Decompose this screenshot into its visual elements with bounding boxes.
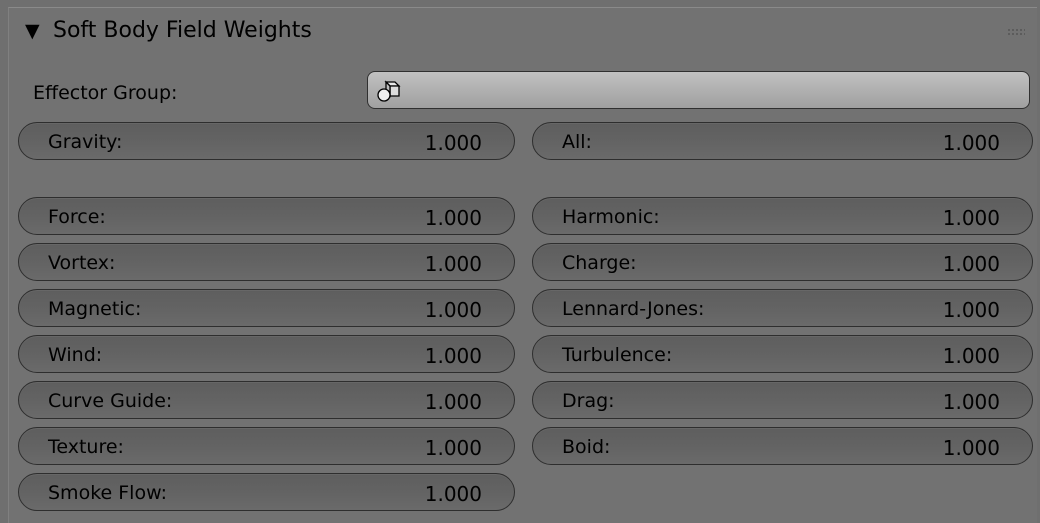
magnetic-label: Magnetic: bbox=[48, 298, 142, 320]
panel-title: Soft Body Field Weights bbox=[53, 18, 312, 43]
boid-value: 1.000 bbox=[942, 436, 1000, 460]
smoke-flow-field[interactable]: Smoke Flow: 1.000 bbox=[18, 473, 515, 511]
curve-guide-value: 1.000 bbox=[424, 390, 482, 414]
charge-value: 1.000 bbox=[942, 252, 1000, 276]
smoke-flow-value: 1.000 bbox=[424, 482, 482, 506]
drag-label: Drag: bbox=[562, 390, 615, 412]
curve-guide-field[interactable]: Curve Guide: 1.000 bbox=[18, 381, 515, 419]
all-label: All: bbox=[562, 131, 592, 153]
effector-group-label: Effector Group: bbox=[33, 82, 178, 104]
panel-header[interactable]: ▼ Soft Body Field Weights bbox=[9, 8, 1037, 54]
lennard-jones-label: Lennard-Jones: bbox=[562, 298, 705, 320]
collapse-arrow-icon[interactable]: ▼ bbox=[25, 20, 40, 42]
boid-field[interactable]: Boid: 1.000 bbox=[532, 427, 1033, 465]
lennard-jones-value: 1.000 bbox=[942, 298, 1000, 322]
drag-field[interactable]: Drag: 1.000 bbox=[532, 381, 1033, 419]
all-value: 1.000 bbox=[942, 131, 1000, 155]
turbulence-label: Turbulence: bbox=[562, 344, 673, 366]
charge-label: Charge: bbox=[562, 252, 637, 274]
group-icon bbox=[377, 80, 401, 102]
harmonic-field[interactable]: Harmonic: 1.000 bbox=[532, 197, 1033, 235]
wind-label: Wind: bbox=[48, 344, 103, 366]
vortex-label: Vortex: bbox=[48, 252, 116, 274]
drag-grip-icon[interactable] bbox=[1007, 28, 1025, 36]
harmonic-label: Harmonic: bbox=[562, 206, 660, 228]
boid-label: Boid: bbox=[562, 436, 611, 458]
force-field[interactable]: Force: 1.000 bbox=[18, 197, 515, 235]
curve-guide-label: Curve Guide: bbox=[48, 390, 173, 412]
texture-label: Texture: bbox=[48, 436, 124, 458]
all-field[interactable]: All: 1.000 bbox=[532, 122, 1033, 160]
smoke-flow-label: Smoke Flow: bbox=[48, 482, 167, 504]
turbulence-value: 1.000 bbox=[942, 344, 1000, 368]
gravity-label: Gravity: bbox=[48, 131, 123, 153]
wind-value: 1.000 bbox=[424, 344, 482, 368]
gravity-value: 1.000 bbox=[424, 131, 482, 155]
drag-value: 1.000 bbox=[942, 390, 1000, 414]
texture-value: 1.000 bbox=[424, 436, 482, 460]
lennard-jones-field[interactable]: Lennard-Jones: 1.000 bbox=[532, 289, 1033, 327]
wind-field[interactable]: Wind: 1.000 bbox=[18, 335, 515, 373]
vortex-value: 1.000 bbox=[424, 252, 482, 276]
magnetic-field[interactable]: Magnetic: 1.000 bbox=[18, 289, 515, 327]
soft-body-field-weights-panel: ▼ Soft Body Field Weights Effector Group… bbox=[8, 7, 1037, 523]
force-label: Force: bbox=[48, 206, 106, 228]
magnetic-value: 1.000 bbox=[424, 298, 482, 322]
harmonic-value: 1.000 bbox=[942, 206, 1000, 230]
force-value: 1.000 bbox=[424, 206, 482, 230]
texture-field[interactable]: Texture: 1.000 bbox=[18, 427, 515, 465]
turbulence-field[interactable]: Turbulence: 1.000 bbox=[532, 335, 1033, 373]
charge-field[interactable]: Charge: 1.000 bbox=[532, 243, 1033, 281]
vortex-field[interactable]: Vortex: 1.000 bbox=[18, 243, 515, 281]
gravity-field[interactable]: Gravity: 1.000 bbox=[18, 122, 515, 160]
effector-group-field[interactable] bbox=[367, 71, 1030, 109]
